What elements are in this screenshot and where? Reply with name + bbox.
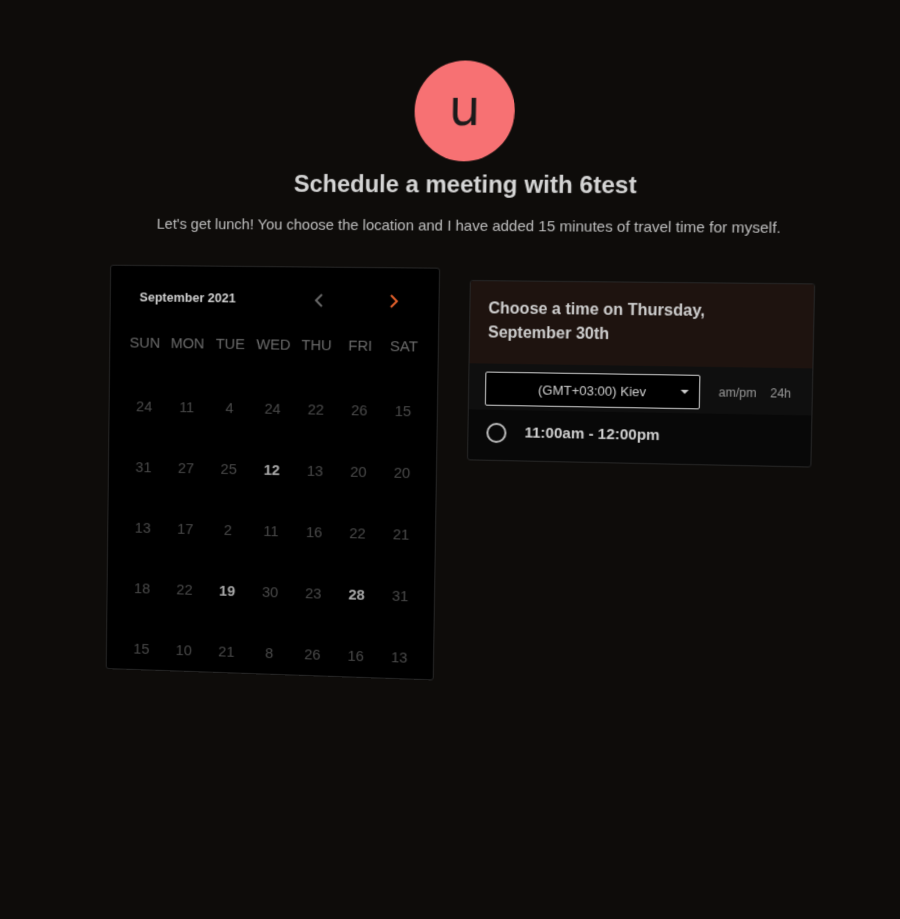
next-month-button[interactable] (383, 290, 405, 312)
format-24h-toggle[interactable]: 24h (770, 386, 791, 401)
page-title: Schedule a meeting with 6test (159, 170, 780, 201)
calendar-day: 20 (380, 464, 424, 482)
radio-button[interactable] (486, 423, 506, 443)
weekday-label: TUE (209, 336, 252, 353)
calendar-week-row: 24 11 4 24 22 26 15 (123, 376, 426, 443)
calendar-day: 17 (164, 520, 207, 538)
format-ampm-toggle[interactable]: am/pm (718, 385, 756, 400)
caret-down-icon (681, 390, 689, 394)
calendar-day: 13 (122, 519, 165, 537)
timezone-row: (GMT+03:00) Kiev am/pm 24h (469, 363, 813, 415)
calendar-day: 24 (251, 400, 294, 418)
calendar-day: 16 (334, 647, 378, 665)
timezone-select[interactable]: (GMT+03:00) Kiev (485, 372, 701, 410)
calendar-day: 24 (123, 398, 166, 415)
calendar-day: 31 (378, 587, 422, 605)
calendar-day: 27 (165, 459, 208, 477)
calendar-day: 22 (294, 401, 338, 419)
calendar-day: 30 (248, 583, 291, 601)
calendar-day: 22 (163, 581, 206, 599)
calendar-day: 11 (165, 399, 208, 416)
calendar-day: 13 (293, 462, 337, 480)
weekday-label: SUN (124, 335, 167, 352)
calendar-day: 10 (162, 641, 205, 659)
weekday-label: MON (166, 335, 209, 352)
prev-month-button[interactable] (308, 289, 330, 311)
calendar-day: 15 (381, 402, 425, 420)
calendar-week-row: 13 17 2 11 16 22 21 (121, 497, 423, 566)
calendar-day-available[interactable]: 12 (250, 461, 293, 479)
host-avatar: u (414, 60, 516, 161)
calendar-week-row: 15 10 21 8 26 16 13 (120, 618, 422, 689)
calendar-week-row: 31 27 25 12 13 20 20 (122, 436, 425, 504)
calendar-day: 25 (207, 460, 250, 478)
time-panel-header: Choose a time on Thursday, September 30t… (470, 281, 815, 368)
chevron-left-icon (313, 293, 325, 307)
weekday-header: SUN MON TUE WED THU FRI SAT (124, 335, 426, 356)
weekday-label: THU (295, 337, 339, 354)
weekday-label: SAT (382, 338, 426, 356)
time-header-line: September 30th (488, 321, 795, 349)
calendar-day-available[interactable]: 28 (335, 586, 379, 604)
calendar-week-row: 18 22 19 30 23 28 31 (121, 558, 423, 628)
calendar-day: 22 (336, 524, 380, 542)
calendar-day: 20 (337, 463, 381, 481)
calendar-day: 2 (206, 521, 249, 539)
page-subtitle: Let's get lunch! You choose the location… (120, 216, 820, 238)
calendar-day: 21 (379, 526, 423, 544)
calendar-day: 26 (291, 645, 334, 663)
weekday-label: WED (252, 336, 295, 353)
calendar-day: 13 (377, 648, 421, 666)
weekday-label: FRI (338, 337, 382, 355)
calendar-day: 4 (208, 399, 251, 417)
time-slot[interactable]: 11:00am - 12:00pm (468, 409, 811, 464)
calendar-day-available[interactable]: 19 (206, 582, 249, 600)
calendar-day: 31 (122, 458, 165, 476)
calendar-day: 16 (292, 523, 336, 541)
timezone-value: (GMT+03:00) Kiev (538, 382, 646, 399)
calendar-day: 21 (205, 643, 248, 661)
time-slot-label: 11:00am - 12:00pm (524, 424, 660, 444)
calendar-day: 26 (337, 402, 381, 420)
calendar-day: 8 (248, 644, 291, 662)
calendar-day: 23 (292, 584, 335, 602)
avatar-letter: u (448, 83, 481, 133)
calendar-day: 11 (249, 522, 292, 540)
calendar-day: 18 (121, 579, 164, 597)
calendar-month-label: September 2021 (139, 290, 235, 306)
chevron-right-icon (388, 294, 400, 308)
calendar-grid: 24 11 4 24 22 26 15 31 27 25 12 13 20 20 13 17 2 11 16 22 21… (120, 376, 426, 689)
calendar-panel: September 2021 SUN MON TUE WED THU FRI S… (106, 265, 440, 681)
calendar-day: 15 (120, 640, 162, 658)
time-panel: Choose a time on Thursday, September 30t… (467, 280, 815, 468)
